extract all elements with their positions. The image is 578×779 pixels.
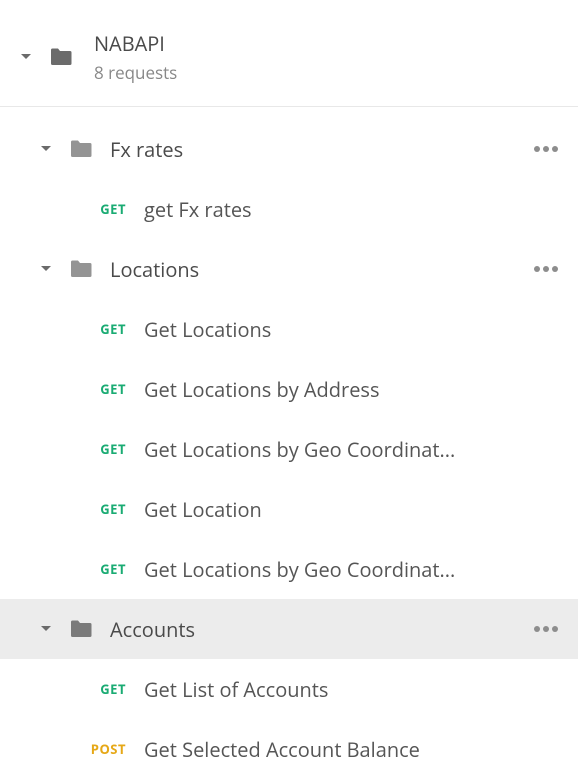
- request-label: Get Locations: [144, 316, 271, 343]
- request-row[interactable]: GET Get Locations by Address: [0, 359, 578, 419]
- method-badge: POST: [72, 740, 126, 758]
- method-badge: GET: [72, 200, 126, 218]
- method-badge: GET: [72, 680, 126, 698]
- request-row[interactable]: GET get Fx rates: [0, 179, 578, 239]
- request-label: Get List of Accounts: [144, 676, 328, 703]
- method-badge: GET: [72, 380, 126, 398]
- folder-icon: [70, 260, 92, 278]
- more-options-icon[interactable]: [534, 266, 558, 272]
- folder-icon: [70, 620, 92, 638]
- folder-fx-rates[interactable]: Fx rates: [0, 119, 578, 179]
- caret-down-icon: [40, 625, 52, 633]
- method-badge: GET: [72, 560, 126, 578]
- caret-down-icon: [20, 53, 32, 61]
- request-row[interactable]: GET Get Locations: [0, 299, 578, 359]
- method-badge: GET: [72, 320, 126, 338]
- more-options-icon[interactable]: [534, 146, 558, 152]
- caret-down-icon: [40, 265, 52, 273]
- more-options-icon[interactable]: [534, 626, 558, 632]
- caret-down-icon: [40, 145, 52, 153]
- request-row[interactable]: GET Get List of Accounts: [0, 659, 578, 719]
- request-label: Get Selected Account Balance: [144, 736, 420, 763]
- folder-locations[interactable]: Locations: [0, 239, 578, 299]
- folder-icon: [50, 48, 72, 66]
- method-badge: GET: [72, 500, 126, 518]
- collection-title: NABAPI: [94, 30, 177, 57]
- collection-header[interactable]: NABAPI 8 requests: [0, 0, 578, 107]
- request-row[interactable]: GET Get Locations by Geo Coordinat...: [0, 539, 578, 599]
- sidebar-tree: Fx rates GET get Fx rates Locations GET …: [0, 107, 578, 779]
- folder-label: Accounts: [110, 616, 534, 643]
- collection-subtitle: 8 requests: [94, 61, 177, 84]
- folder-accounts[interactable]: Accounts: [0, 599, 578, 659]
- request-label: get Fx rates: [144, 196, 252, 223]
- request-row[interactable]: POST Get Selected Account Balance: [0, 719, 578, 779]
- folder-icon: [70, 140, 92, 158]
- request-row[interactable]: GET Get Location: [0, 479, 578, 539]
- request-label: Get Locations by Address: [144, 376, 380, 403]
- request-label: Get Location: [144, 496, 262, 523]
- folder-label: Locations: [110, 256, 534, 283]
- request-label: Get Locations by Geo Coordinat...: [144, 436, 455, 463]
- method-badge: GET: [72, 440, 126, 458]
- folder-label: Fx rates: [110, 136, 534, 163]
- request-label: Get Locations by Geo Coordinat...: [144, 556, 455, 583]
- request-row[interactable]: GET Get Locations by Geo Coordinat...: [0, 419, 578, 479]
